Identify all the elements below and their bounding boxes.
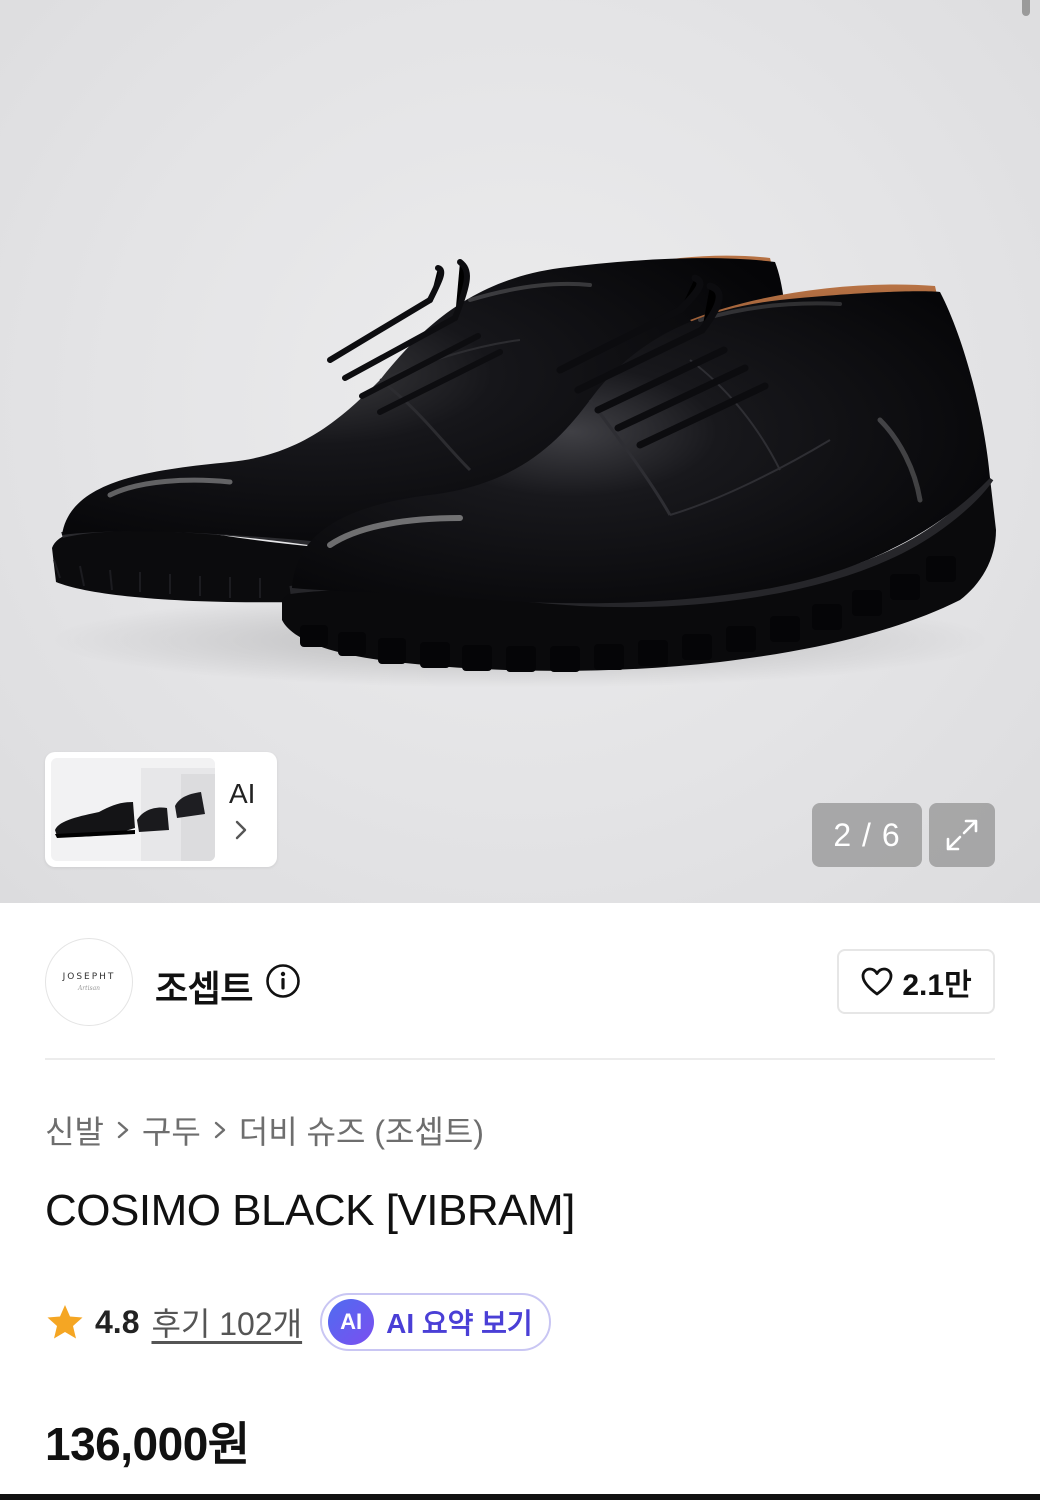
expand-icon — [946, 819, 978, 851]
brand-logo-subtext: Artisan — [77, 985, 101, 992]
brand-name[interactable]: 조셉트 — [155, 960, 253, 1012]
ai-thumbnail-card[interactable]: AI — [45, 752, 277, 867]
brand-logo[interactable]: JOSEPHT Artisan — [45, 938, 133, 1026]
expand-button[interactable] — [929, 803, 995, 867]
product-title: COSIMO BLACK [VIBRAM] — [45, 1186, 575, 1235]
like-count: 2.1만 — [902, 968, 972, 1002]
info-icon[interactable] — [265, 963, 301, 999]
ai-summary-label: AI 요약 보기 — [386, 1308, 533, 1339]
breadcrumb-item-derby[interactable]: 더비 슈즈 (조셉트) — [239, 1107, 484, 1153]
heart-icon — [861, 967, 893, 995]
breadcrumb-item-dress-shoes[interactable]: 구두 — [142, 1107, 201, 1153]
star-icon — [47, 1305, 83, 1339]
thumbnail-label: AI — [229, 778, 256, 809]
chevron-right-icon — [205, 1110, 235, 1150]
image-counter: 2 / 6 — [812, 803, 922, 867]
chevron-right-icon — [108, 1110, 138, 1150]
rating-row: 4.8 후기 102개 AI AI 요약 보기 — [45, 1293, 551, 1351]
thumbnail-image — [51, 758, 215, 861]
divider — [45, 1058, 995, 1060]
chevron-right-icon — [235, 820, 247, 840]
ai-badge-icon: AI — [328, 1299, 375, 1345]
like-button[interactable]: 2.1만 — [837, 949, 995, 1014]
review-count-link[interactable]: 후기 102개 — [151, 1299, 302, 1345]
breadcrumb: 신발 구두 더비 슈즈 (조셉트) — [45, 1110, 484, 1150]
rating-value: 4.8 — [95, 1303, 140, 1340]
scroll-indicator — [1022, 0, 1030, 16]
breadcrumb-item-shoes[interactable]: 신발 — [45, 1107, 104, 1153]
brand-logo-text: JOSEPHT — [62, 972, 116, 982]
product-gallery[interactable]: AI 2 / 6 — [0, 0, 1040, 903]
product-price: 136,000원 — [45, 1418, 250, 1470]
ai-summary-button[interactable]: AI AI 요약 보기 — [320, 1293, 551, 1351]
bottom-edge — [0, 1494, 1040, 1500]
